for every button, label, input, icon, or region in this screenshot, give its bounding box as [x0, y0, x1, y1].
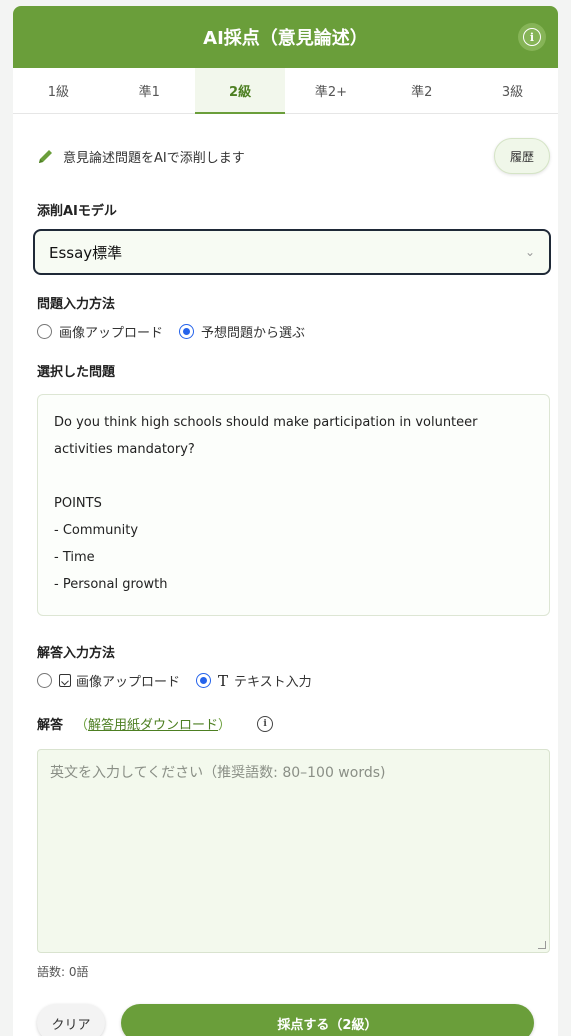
radio-image-upload[interactable]: 画像アップロード	[37, 322, 163, 341]
tab-jun2[interactable]: 準2	[376, 68, 467, 113]
model-selected-value: Essay標準	[49, 243, 123, 262]
answer-header: 解答 （解答用紙ダウンロード） i	[37, 714, 534, 733]
radio-button-selected[interactable]	[179, 324, 195, 339]
radio-predicted-question[interactable]: 予想問題から選ぶ	[179, 322, 305, 341]
question-input-label: 問題入力方法	[37, 297, 116, 312]
intro-row: 意見論述問題をAIで添削します 履歴	[37, 138, 550, 174]
radio-label: テキスト入力	[234, 675, 312, 690]
info-icon: i	[523, 28, 541, 46]
paren-open: （	[75, 718, 89, 733]
word-count: 語数: 0語	[37, 965, 89, 979]
page-title: AI採点（意見論述）	[203, 28, 368, 49]
radio-text-input[interactable]: T テキスト入力	[196, 671, 312, 690]
radio-label: 画像アップロード	[76, 675, 181, 690]
app-header: AI採点（意見論述） i	[13, 6, 558, 68]
model-label: 添削AIモデル	[37, 204, 117, 219]
answer-input-label: 解答入力方法	[37, 646, 116, 661]
tab-jun1[interactable]: 準1	[104, 68, 195, 113]
download-answer-sheet-link[interactable]: 解答用紙ダウンロード	[88, 718, 218, 733]
info-icon[interactable]: i	[257, 715, 274, 732]
points-title: POINTS	[54, 496, 102, 511]
question-input-options: 画像アップロード 予想問題から選ぶ	[37, 322, 534, 341]
point-item: - Personal growth	[54, 577, 168, 592]
submit-grading-button[interactable]: 採点する（2級）	[120, 1004, 534, 1036]
history-button[interactable]: 履歴	[494, 138, 550, 174]
radio-button[interactable]	[37, 324, 52, 339]
problem-question: Do you think high schools should make pa…	[54, 415, 478, 457]
text-icon: T	[218, 671, 229, 690]
info-button[interactable]: i	[518, 23, 546, 51]
radio-answer-image-upload[interactable]: 画像アップロード	[37, 671, 180, 690]
form-content: 意見論述問題をAIで添削します 履歴 添削AIモデル Essay標準 ⌄ 問題入…	[13, 138, 558, 1036]
answer-label: 解答	[37, 718, 64, 733]
clear-button[interactable]: クリア	[37, 1004, 105, 1036]
answer-placeholder: 英文を入力してください（推奨語数: 80–100 words)	[50, 765, 386, 781]
tab-jun2plus[interactable]: 準2+	[285, 68, 376, 113]
selected-problem-label: 選択した問題	[37, 365, 116, 380]
radio-label: 画像アップロード	[59, 326, 164, 341]
tab-1kyu[interactable]: 1級	[13, 68, 104, 113]
chevron-down-icon: ⌄	[524, 245, 535, 259]
answer-input-options: 画像アップロード T テキスト入力	[37, 671, 534, 690]
grade-tabs: 1級 準1 2級 準2+ 準2 3級	[13, 68, 558, 114]
image-icon	[59, 674, 71, 687]
radio-button[interactable]	[37, 673, 52, 688]
paren-close: ）	[218, 718, 232, 733]
resize-handle[interactable]	[538, 941, 546, 949]
action-buttons: クリア 採点する（2級）	[37, 1004, 534, 1036]
point-item: - Community	[54, 523, 139, 538]
tab-3kyu[interactable]: 3級	[467, 68, 558, 113]
tab-2kyu[interactable]: 2級	[194, 68, 286, 114]
grading-card: AI採点（意見論述） i 1級 準1 2級 準2+ 準2 3級 意見論述問題をA…	[13, 6, 558, 1036]
radio-label: 予想問題から選ぶ	[201, 326, 306, 341]
pencil-icon	[39, 150, 52, 163]
point-item: - Time	[54, 550, 95, 565]
answer-textarea[interactable]: 英文を入力してください（推奨語数: 80–100 words)	[37, 749, 550, 953]
intro-text: 意見論述問題をAIで添削します	[63, 150, 245, 166]
model-select[interactable]: Essay標準 ⌄	[33, 229, 551, 275]
selected-problem-box: Do you think high schools should make pa…	[37, 394, 550, 616]
radio-button-selected[interactable]	[196, 673, 212, 688]
download-wrapper: （解答用紙ダウンロード）	[75, 714, 231, 733]
